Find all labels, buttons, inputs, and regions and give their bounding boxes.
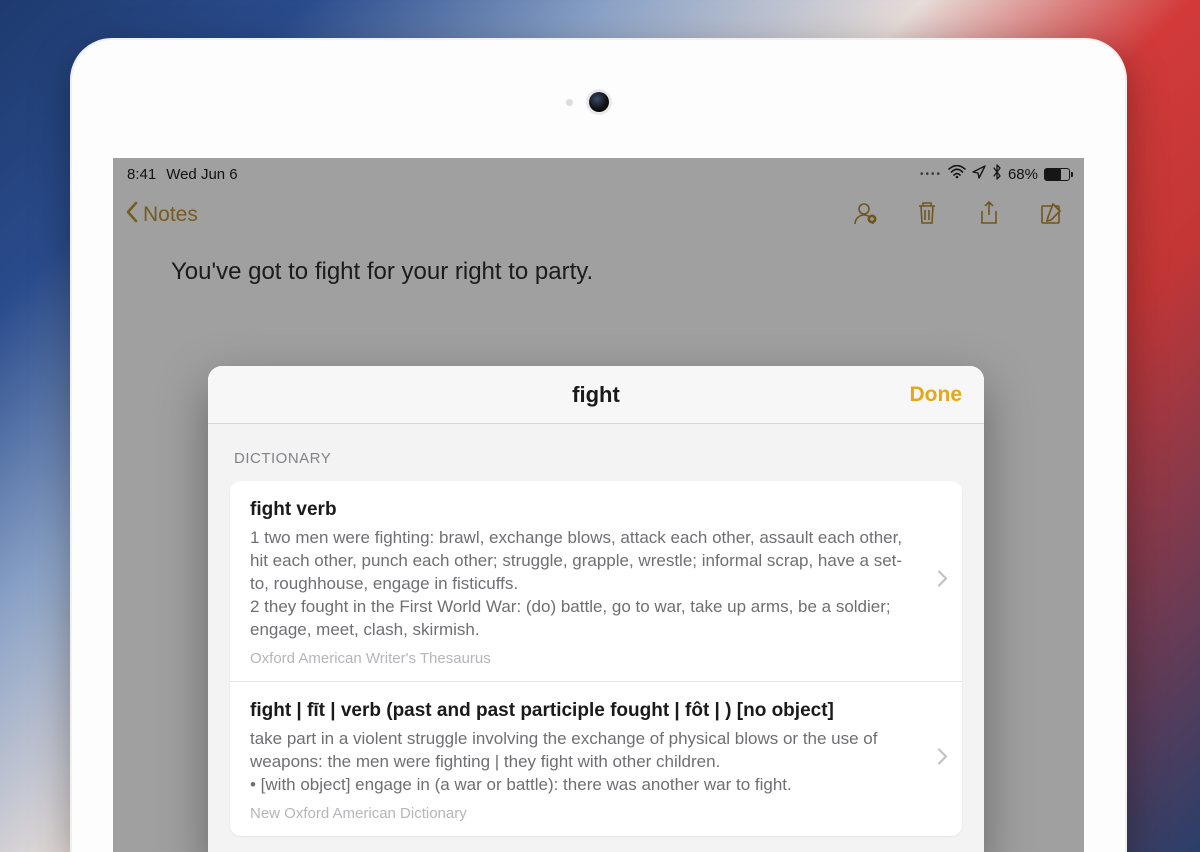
dictionary-entry[interactable]: fight verb 1 two men were fighting: braw… xyxy=(230,481,962,681)
ipad-screen: 8:41 Wed Jun 6 •••• xyxy=(113,158,1084,852)
entry-title: fight | fīt | verb (past and past partic… xyxy=(250,700,918,722)
wallpaper: 8:41 Wed Jun 6 •••• xyxy=(0,0,1200,852)
dictionary-card: fight verb 1 two men were fighting: braw… xyxy=(230,481,962,836)
front-camera xyxy=(589,92,609,112)
entry-body: take part in a violent struggle involvin… xyxy=(250,728,918,797)
chevron-right-icon xyxy=(937,569,948,592)
chevron-right-icon xyxy=(937,747,948,770)
entry-source: New Oxford American Dictionary xyxy=(250,805,918,822)
dictionary-section-label: DICTIONARY xyxy=(234,450,962,467)
entry-title: fight verb xyxy=(250,499,918,521)
lookup-header: fight Done xyxy=(208,366,984,424)
lookup-body[interactable]: DICTIONARY fight verb 1 two men were fig… xyxy=(208,424,984,852)
dictionary-entry[interactable]: fight | fīt | verb (past and past partic… xyxy=(230,681,962,836)
lookup-title: fight xyxy=(572,382,620,408)
entry-source: Oxford American Writer's Thesaurus xyxy=(250,650,918,667)
proximity-sensor xyxy=(566,99,573,106)
lookup-modal: fight Done DICTIONARY fight verb 1 two m… xyxy=(208,366,984,852)
ipad-frame: 8:41 Wed Jun 6 •••• xyxy=(70,38,1127,852)
entry-body: 1 two men were fighting: brawl, exchange… xyxy=(250,527,918,642)
done-button[interactable]: Done xyxy=(910,383,963,407)
